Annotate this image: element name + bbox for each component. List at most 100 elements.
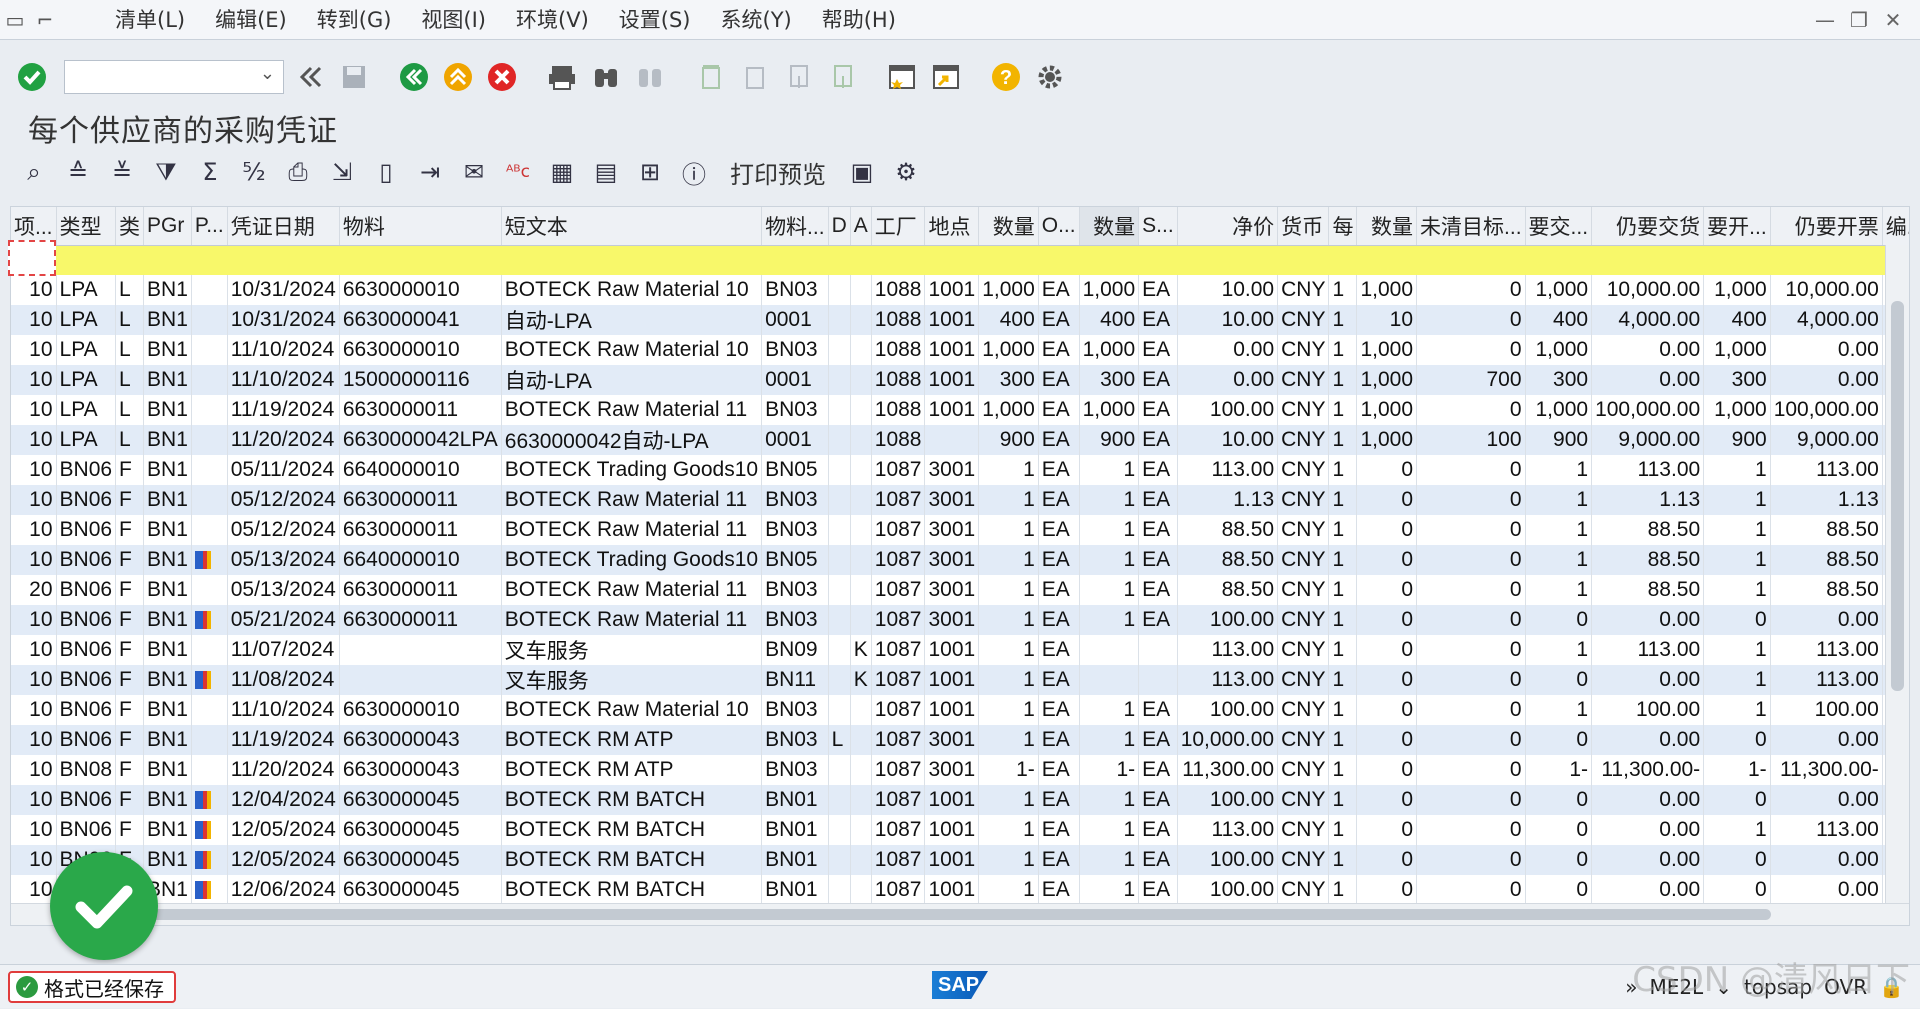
- table-cell[interactable]: 1: [978, 455, 1039, 485]
- table-cell[interactable]: 10: [11, 845, 57, 875]
- table-cell[interactable]: 1001: [924, 785, 980, 815]
- table-cell[interactable]: 0: [1356, 665, 1418, 695]
- table-cell[interactable]: EA: [1038, 365, 1080, 395]
- print-list-icon[interactable]: ⎙: [276, 152, 320, 192]
- table-cell[interactable]: CNY: [1277, 515, 1330, 545]
- table-cell[interactable]: 0: [1525, 665, 1593, 695]
- table-cell[interactable]: EA: [1138, 725, 1178, 755]
- enter-check-icon[interactable]: [12, 57, 52, 97]
- menu-item[interactable]: 视图(I): [406, 0, 501, 40]
- table-cell[interactable]: 1: [1079, 845, 1140, 875]
- table-cell[interactable]: EA: [1138, 515, 1178, 545]
- table-cell[interactable]: 100.00: [1591, 695, 1705, 725]
- table-cell[interactable]: 10,000.00: [1591, 275, 1705, 305]
- table-cell[interactable]: [828, 635, 851, 665]
- table-cell[interactable]: 0: [1416, 545, 1526, 575]
- document-flow-icon[interactable]: [194, 821, 211, 840]
- column-header[interactable]: O...: [1038, 207, 1080, 246]
- table-cell[interactable]: 0: [1356, 545, 1418, 575]
- table-cell[interactable]: 0: [1416, 275, 1526, 305]
- table-row[interactable]: 10 LPA L BN1 11/20/2024 6630000042LPA 66300000…: [11, 425, 1909, 455]
- table-cell[interactable]: LPA: [56, 335, 117, 365]
- table-row[interactable]: 10 BN06 F BN1 11/07/2024 叉车服务 BN09 K 1087 1001 1 EA…: [11, 635, 1909, 665]
- table-cell[interactable]: 05/12/2024: [227, 485, 340, 515]
- table-cell[interactable]: 0: [1416, 785, 1526, 815]
- table-cell[interactable]: 0: [1703, 845, 1771, 875]
- table-cell[interactable]: 10: [11, 275, 57, 305]
- column-header[interactable]: 每: [1328, 207, 1358, 246]
- table-cell[interactable]: 10,000.00: [1770, 275, 1883, 305]
- table-cell[interactable]: F: [115, 815, 145, 845]
- table-cell[interactable]: [191, 695, 228, 725]
- table-cell[interactable]: BOTECK Raw Material 11: [501, 575, 763, 605]
- table-cell[interactable]: 1,000: [1356, 425, 1418, 455]
- table-cell[interactable]: EA: [1138, 875, 1178, 905]
- table-cell[interactable]: 3001: [924, 605, 980, 635]
- table-cell[interactable]: [850, 545, 872, 575]
- column-header[interactable]: 仍要交货: [1591, 207, 1705, 246]
- table-cell[interactable]: BN05: [761, 455, 829, 485]
- table-row[interactable]: 10 BN06 F BN1 05/21/2024 6630000011 BOTECK Raw…: [11, 605, 1909, 635]
- table-cell[interactable]: CNY: [1277, 755, 1330, 785]
- table-cell[interactable]: [850, 725, 872, 755]
- table-cell[interactable]: L: [828, 725, 851, 755]
- table-cell[interactable]: BOTECK RM BATCH: [501, 845, 763, 875]
- table-cell[interactable]: BN1: [143, 545, 192, 575]
- table-cell[interactable]: 1: [1328, 785, 1358, 815]
- table-cell[interactable]: [191, 515, 228, 545]
- table-cell[interactable]: 0.00: [1770, 335, 1883, 365]
- column-header[interactable]: 短文本: [501, 207, 763, 246]
- table-cell[interactable]: BN11: [761, 665, 829, 695]
- table-cell[interactable]: [850, 485, 872, 515]
- table-cell[interactable]: 叉车服务: [501, 635, 763, 665]
- table-cell[interactable]: 0.00: [1770, 845, 1883, 875]
- table-cell[interactable]: 88.50: [1770, 545, 1883, 575]
- table-cell[interactable]: CNY: [1277, 695, 1330, 725]
- print-preview-button[interactable]: 打印预览: [716, 155, 840, 190]
- table-cell[interactable]: 0: [1356, 725, 1418, 755]
- table-cell[interactable]: [828, 545, 851, 575]
- table-cell[interactable]: 1087: [871, 845, 926, 875]
- table-cell[interactable]: 1087: [871, 875, 926, 905]
- table-cell[interactable]: 1: [1079, 455, 1140, 485]
- table-cell[interactable]: 11/10/2024: [227, 365, 340, 395]
- table-cell[interactable]: 11,300.00: [1177, 755, 1279, 785]
- table-cell[interactable]: BN03: [761, 725, 829, 755]
- table-cell[interactable]: 6630000045: [339, 845, 502, 875]
- table-cell[interactable]: [828, 275, 851, 305]
- table-cell[interactable]: 0.00: [1770, 365, 1883, 395]
- table-cell[interactable]: 0.00: [1770, 725, 1883, 755]
- table-cell[interactable]: BOTECK RM BATCH: [501, 785, 763, 815]
- table-cell[interactable]: 9,000.00: [1770, 425, 1883, 455]
- table-row[interactable]: 10 BN06 F BN1 11/10/2024 6630000010 BOTECK Raw…: [11, 695, 1909, 725]
- settings-gear-icon[interactable]: [1030, 57, 1070, 97]
- exit-icon[interactable]: [438, 57, 478, 97]
- table-cell[interactable]: 0.00: [1177, 335, 1279, 365]
- table-cell[interactable]: 400: [978, 305, 1039, 335]
- table-cell[interactable]: 1: [978, 695, 1039, 725]
- menu-item[interactable]: 清单(L): [100, 0, 200, 40]
- table-cell[interactable]: F: [115, 515, 145, 545]
- table-cell[interactable]: 05/11/2024: [227, 455, 340, 485]
- table-cell[interactable]: 6640000010: [339, 455, 502, 485]
- table-row[interactable]: 20 BN06 F BN1 05/13/2024 6630000011 BOTECK Raw…: [11, 575, 1909, 605]
- table-cell[interactable]: 100.00: [1177, 605, 1279, 635]
- save-icon[interactable]: [334, 57, 374, 97]
- document-flow-icon[interactable]: [194, 791, 211, 810]
- table-cell[interactable]: 1: [978, 725, 1039, 755]
- table-cell[interactable]: 0: [1416, 755, 1526, 785]
- table-cell[interactable]: 1,000: [978, 335, 1039, 365]
- table-cell[interactable]: BN1: [143, 755, 192, 785]
- table-cell[interactable]: 1087: [871, 755, 926, 785]
- abc-analysis-icon[interactable]: ᴬᴮc: [496, 152, 540, 192]
- table-cell[interactable]: BN1: [143, 455, 192, 485]
- table-cell[interactable]: 11/07/2024: [227, 635, 340, 665]
- table-cell[interactable]: 1: [1328, 845, 1358, 875]
- table-cell[interactable]: [828, 395, 851, 425]
- table-cell[interactable]: 11/10/2024: [227, 695, 340, 725]
- table-cell[interactable]: 05/13/2024: [227, 545, 340, 575]
- table-cell[interactable]: BN1: [143, 845, 192, 875]
- column-header[interactable]: 要开...: [1703, 207, 1771, 246]
- table-cell[interactable]: 1087: [871, 695, 926, 725]
- table-cell[interactable]: 10: [11, 545, 57, 575]
